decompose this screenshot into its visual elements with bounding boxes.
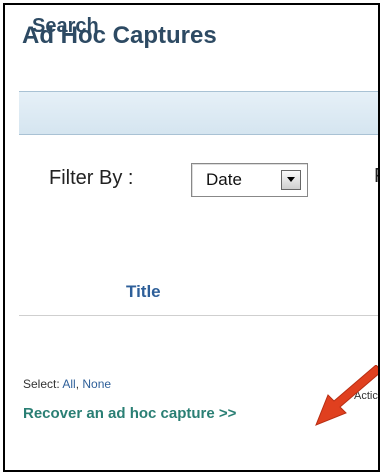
select-all-link[interactable]: All	[62, 377, 75, 391]
truncated-filter-label: F	[374, 165, 378, 188]
filter-by-selected-value: Date	[206, 170, 242, 189]
filter-by-select[interactable]: Date	[191, 163, 308, 197]
table-divider	[19, 315, 378, 316]
search-section-header	[19, 91, 378, 135]
select-prefix: Select:	[23, 377, 60, 391]
filter-by-label: Filter By :	[49, 167, 134, 189]
app-frame: Ad Hoc Captures Search Filter By : Date …	[3, 3, 380, 472]
column-header-title[interactable]: Title	[126, 282, 161, 302]
chevron-down-icon	[287, 177, 295, 182]
dropdown-button[interactable]	[281, 170, 301, 190]
select-separator: ,	[75, 377, 80, 391]
select-row: Select: All, None	[23, 377, 111, 391]
search-section-title: Search	[32, 15, 99, 37]
red-arrow-icon	[315, 365, 378, 426]
recover-capture-link[interactable]: Recover an ad hoc capture >>	[23, 405, 236, 422]
select-none-link[interactable]: None	[82, 377, 111, 391]
